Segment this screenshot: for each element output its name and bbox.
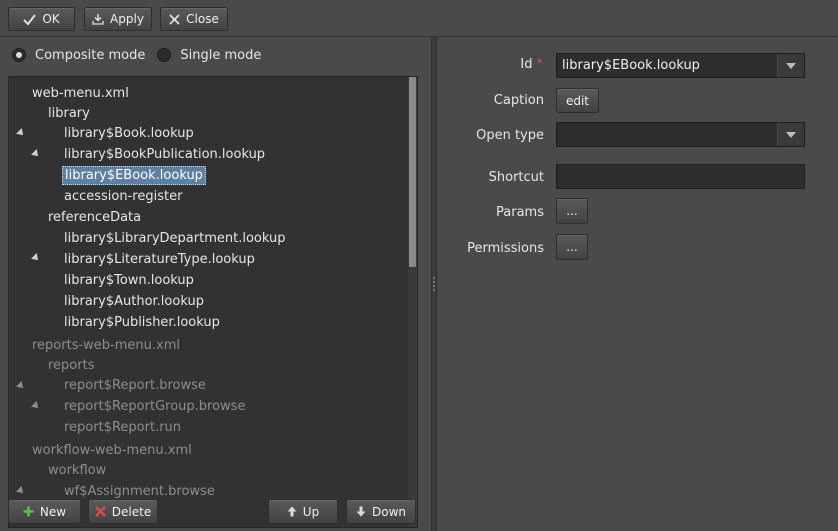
- download-icon: [92, 14, 104, 25]
- tree-scrollbar[interactable]: [408, 77, 417, 527]
- caption-edit-label: edit: [565, 93, 590, 108]
- arrow-up-icon: [287, 506, 297, 517]
- tree-item[interactable]: library$Book.lookup: [64, 123, 194, 143]
- tree-menu-workflow[interactable]: workflow: [48, 460, 106, 480]
- properties-pane: Id * library$EBook.lookup Caption edit Op…: [437, 37, 838, 531]
- tree-file-workflow-web-menu[interactable]: workflow-web-menu.xml: [32, 440, 192, 460]
- new-button[interactable]: New: [8, 499, 81, 524]
- composite-mode-radio[interactable]: [12, 48, 26, 62]
- single-mode-label[interactable]: Single mode: [180, 48, 261, 63]
- tree-item[interactable]: report$ReportGroup.browse: [64, 396, 245, 416]
- shortcut-label: Shortcut: [488, 170, 544, 185]
- tree-item[interactable]: library$LiteratureType.lookup: [64, 249, 255, 269]
- down-button[interactable]: Down: [346, 499, 416, 524]
- plus-icon: [23, 506, 34, 517]
- mode-selector: Composite mode Single mode: [12, 45, 273, 65]
- params-button-label: ...: [566, 204, 578, 218]
- tree-menu-referencedata[interactable]: referenceData: [48, 207, 141, 227]
- open-type-label: Open type: [476, 128, 544, 143]
- new-button-label: New: [39, 504, 67, 519]
- tree-item[interactable]: library$LibraryDepartment.lookup: [64, 228, 286, 248]
- tree-item[interactable]: wf$Assignment.browse: [64, 481, 215, 501]
- tree-item[interactable]: report$Report.browse: [64, 375, 206, 395]
- tree-item[interactable]: library$Publisher.lookup: [64, 312, 220, 332]
- close-icon: [169, 13, 180, 25]
- id-value: library$EBook.lookup: [562, 58, 700, 73]
- tree-item[interactable]: library$Author.lookup: [64, 291, 204, 311]
- expand-triangle-icon[interactable]: [31, 253, 41, 263]
- caption-edit-button[interactable]: edit: [556, 88, 599, 113]
- close-button[interactable]: Close: [160, 7, 228, 31]
- required-marker: *: [536, 57, 544, 72]
- delete-button[interactable]: Delete: [88, 499, 158, 524]
- permissions-button-label: ...: [566, 240, 578, 254]
- tree-scrollbar-thumb[interactable]: [409, 77, 416, 267]
- checkmark-icon: [23, 13, 37, 25]
- permissions-button[interactable]: ...: [556, 234, 588, 260]
- tree-menu-reports[interactable]: reports: [48, 355, 94, 375]
- params-label: Params: [496, 205, 544, 220]
- radio-dot: [16, 52, 22, 58]
- arrow-down-icon: [356, 506, 366, 517]
- chevron-down-icon[interactable]: [777, 54, 804, 77]
- tree-menu-library[interactable]: library: [48, 103, 90, 123]
- tree-file-web-menu[interactable]: web-menu.xml: [32, 83, 129, 103]
- tree-item[interactable]: accession-register: [64, 186, 182, 206]
- ok-button[interactable]: OK: [8, 7, 75, 31]
- delete-button-label: Delete: [111, 504, 152, 519]
- open-type-dropdown[interactable]: [556, 122, 805, 147]
- apply-button-label: Apply: [110, 12, 144, 26]
- permissions-label: Permissions: [467, 241, 544, 256]
- tree-item[interactable]: report$Report.run: [64, 417, 181, 437]
- expand-triangle-icon[interactable]: [31, 401, 41, 411]
- tree-item[interactable]: library$Town.lookup: [64, 270, 194, 290]
- shortcut-field[interactable]: [556, 164, 805, 189]
- id-dropdown[interactable]: library$EBook.lookup: [556, 53, 805, 78]
- expand-triangle-icon[interactable]: [16, 486, 26, 496]
- expand-triangle-icon[interactable]: [16, 128, 26, 138]
- expand-triangle-icon[interactable]: [16, 381, 26, 391]
- id-label: Id *: [467, 57, 543, 72]
- id-label-text: Id: [520, 57, 533, 72]
- caption-label: Caption: [493, 93, 544, 108]
- ok-button-label: OK: [42, 12, 60, 26]
- expand-triangle-icon[interactable]: [31, 149, 41, 159]
- tree-item-selected[interactable]: library$EBook.lookup: [62, 165, 206, 185]
- close-button-label: Close: [186, 12, 219, 26]
- single-mode-radio[interactable]: [157, 48, 172, 62]
- splitter-grip: [433, 277, 435, 291]
- delete-icon: [94, 506, 106, 517]
- composite-mode-label[interactable]: Composite mode: [35, 48, 145, 63]
- tree-item[interactable]: library$BookPublication.lookup: [64, 144, 265, 164]
- down-button-label: Down: [371, 504, 406, 519]
- tree-file-reports-web-menu[interactable]: reports-web-menu.xml: [32, 335, 180, 355]
- chevron-down-icon[interactable]: [777, 123, 804, 146]
- selected-item-label: library$EBook.lookup: [62, 165, 206, 185]
- apply-button[interactable]: Apply: [84, 7, 152, 31]
- menu-tree-pane: Composite mode Single mode web-menu.xml …: [0, 37, 431, 531]
- menu-tree[interactable]: web-menu.xml library library$Book.lookup…: [8, 76, 418, 528]
- toolbar: OK Apply Close: [0, 0, 838, 37]
- params-button[interactable]: ...: [556, 198, 588, 224]
- up-button[interactable]: Up: [268, 499, 338, 524]
- up-button-label: Up: [302, 504, 320, 519]
